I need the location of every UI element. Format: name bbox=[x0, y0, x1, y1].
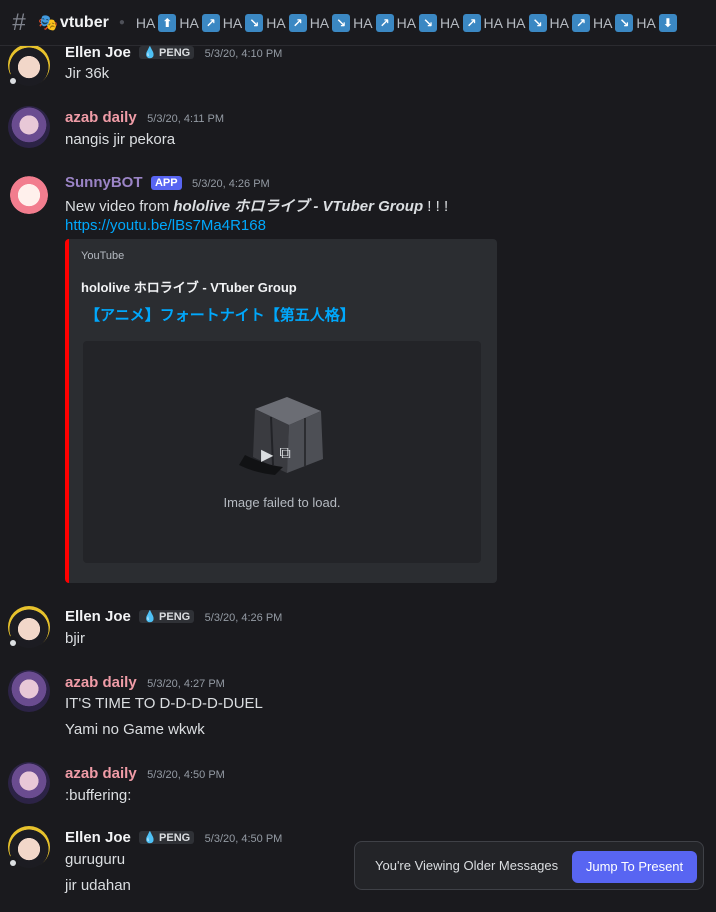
timestamp: 5/3/20, 4:50 PM bbox=[147, 769, 225, 781]
jump-to-present-button[interactable]: Jump To Present bbox=[572, 851, 697, 883]
older-messages-bar: You're Viewing Older Messages Jump To Pr… bbox=[354, 841, 704, 890]
arrow-emoji-icon: ↘ bbox=[245, 13, 264, 32]
message-text: Jir 36k bbox=[65, 65, 110, 82]
arrow-emoji-icon: ↗ bbox=[288, 13, 307, 32]
server-tag[interactable]: 💧 PENG bbox=[139, 46, 195, 59]
channel-header: # 🎭 vtuber ● HA ⬆ HA ↗ HA ↘ HA ↗ HA ↘ HA ↗ HA ↘ HA ↗ HA … bbox=[0, 0, 716, 46]
author-name[interactable]: SunnyBOT bbox=[65, 174, 143, 191]
author-name[interactable]: Ellen Joe bbox=[65, 44, 131, 61]
topic-text: HA bbox=[222, 14, 243, 31]
topic-text: HA bbox=[179, 14, 199, 31]
arrow-emoji-icon: ↘ bbox=[528, 13, 547, 32]
avatar[interactable] bbox=[8, 762, 50, 804]
message-text: guruguru bbox=[65, 851, 126, 868]
arrow-emoji-icon: ↘ bbox=[615, 13, 634, 32]
play-icon[interactable]: ▶ bbox=[261, 445, 273, 465]
server-tag-label: PENG bbox=[159, 611, 191, 623]
author-name[interactable]: Ellen Joe bbox=[65, 829, 131, 846]
message-text: bjir bbox=[65, 630, 86, 647]
message-text: jir udahan bbox=[65, 877, 131, 894]
image-error-text: Image failed to load. bbox=[223, 495, 341, 510]
message-text: New video from hololive ホロライブ - VTuber G… bbox=[65, 195, 448, 216]
topic-text: HA bbox=[440, 14, 460, 31]
status-badge-icon bbox=[6, 856, 18, 868]
message-text: :buffering: bbox=[65, 787, 132, 804]
channel-topic[interactable]: HA ⬆ HA ↗ HA ↘ HA ↗ HA ↘ HA ↗ HA ↘ HA ↗ HA HA ↘ HA ↗ HA ↘ HA ⬇ bbox=[135, 13, 679, 32]
avatar[interactable] bbox=[8, 172, 50, 214]
arrow-emoji-icon: ↗ bbox=[571, 13, 590, 32]
embed-thumbnail[interactable]: ▶ ⧉ Image failed to load. bbox=[83, 341, 481, 563]
broken-image-icon bbox=[239, 397, 323, 475]
youtube-embed: YouTube hololive ホロライブ - VTuber Group 【ア… bbox=[65, 239, 497, 583]
server-tag-label: PENG bbox=[159, 832, 191, 844]
older-messages-text: You're Viewing Older Messages bbox=[375, 858, 559, 873]
topic-text: HA bbox=[636, 14, 656, 31]
message-text-prefix: New video from bbox=[65, 198, 174, 215]
author-name[interactable]: Ellen Joe bbox=[65, 608, 131, 625]
topic-text: HA bbox=[396, 14, 417, 31]
message-text: IT'S TIME TO D-D-D-D-DUEL bbox=[65, 695, 263, 712]
topic-text: HA bbox=[309, 14, 330, 31]
message-text: nangis jir pekora bbox=[65, 131, 176, 148]
status-badge-icon bbox=[6, 636, 18, 648]
arrow-emoji-icon: ⬇ bbox=[658, 13, 677, 32]
avatar[interactable] bbox=[8, 670, 50, 712]
arrow-emoji-icon: ↘ bbox=[332, 13, 351, 32]
topic-text: HA HA bbox=[483, 14, 526, 31]
water-drop-icon: 💧 bbox=[143, 611, 158, 623]
embed-title[interactable]: 【アニメ】フォートナイト【第五人格】 bbox=[85, 304, 355, 325]
status-badge-icon bbox=[6, 74, 18, 86]
topic-text: HA bbox=[353, 14, 373, 31]
water-drop-icon: 💧 bbox=[143, 47, 158, 59]
server-tag[interactable]: 💧 PENG bbox=[139, 831, 195, 844]
arrow-emoji-icon: ↘ bbox=[419, 13, 438, 32]
topic-text: HA bbox=[266, 14, 286, 31]
topic-text: HA bbox=[135, 14, 156, 31]
author-name[interactable]: azab daily bbox=[65, 674, 137, 691]
server-tag[interactable]: 💧 PENG bbox=[139, 610, 195, 623]
message-text-suffix: ! ! ! bbox=[423, 198, 449, 215]
channel-name: vtuber bbox=[59, 13, 109, 31]
author-name[interactable]: azab daily bbox=[65, 765, 137, 782]
arrow-emoji-icon: ↗ bbox=[201, 13, 220, 32]
message-text: Yami no Game wkwk bbox=[65, 721, 205, 738]
arrow-emoji-icon: ↗ bbox=[375, 13, 394, 32]
message-text-bold: hololive ホロライブ - VTuber Group bbox=[173, 198, 424, 215]
timestamp: 5/3/20, 4:11 PM bbox=[147, 113, 225, 125]
author-name[interactable]: azab daily bbox=[65, 109, 137, 126]
arrow-emoji-icon: ↗ bbox=[462, 13, 481, 32]
timestamp: 5/3/20, 4:26 PM bbox=[192, 178, 270, 190]
embed-author[interactable]: hololive ホロライブ - VTuber Group bbox=[81, 277, 297, 296]
avatar[interactable] bbox=[8, 106, 50, 148]
timestamp: 5/3/20, 4:26 PM bbox=[204, 612, 283, 624]
water-drop-icon: 💧 bbox=[143, 832, 158, 844]
performing-arts-icon: 🎭 bbox=[38, 14, 58, 32]
app-badge: APP bbox=[150, 176, 182, 190]
header-divider: ● bbox=[118, 17, 125, 28]
arrow-emoji-icon: ⬆ bbox=[158, 13, 177, 32]
timestamp: 5/3/20, 4:10 PM bbox=[204, 48, 283, 60]
video-link[interactable]: https://youtu.be/lBs7Ma4R168 bbox=[65, 217, 266, 234]
timestamp: 5/3/20, 4:50 PM bbox=[204, 833, 283, 845]
embed-provider[interactable]: YouTube bbox=[81, 250, 124, 262]
server-tag-label: PENG bbox=[159, 47, 191, 59]
open-external-icon[interactable]: ⧉ bbox=[279, 445, 290, 465]
topic-text: HA bbox=[592, 14, 613, 31]
topic-text: HA bbox=[549, 14, 569, 31]
text-channel-icon: # bbox=[12, 8, 26, 36]
timestamp: 5/3/20, 4:27 PM bbox=[147, 678, 225, 690]
